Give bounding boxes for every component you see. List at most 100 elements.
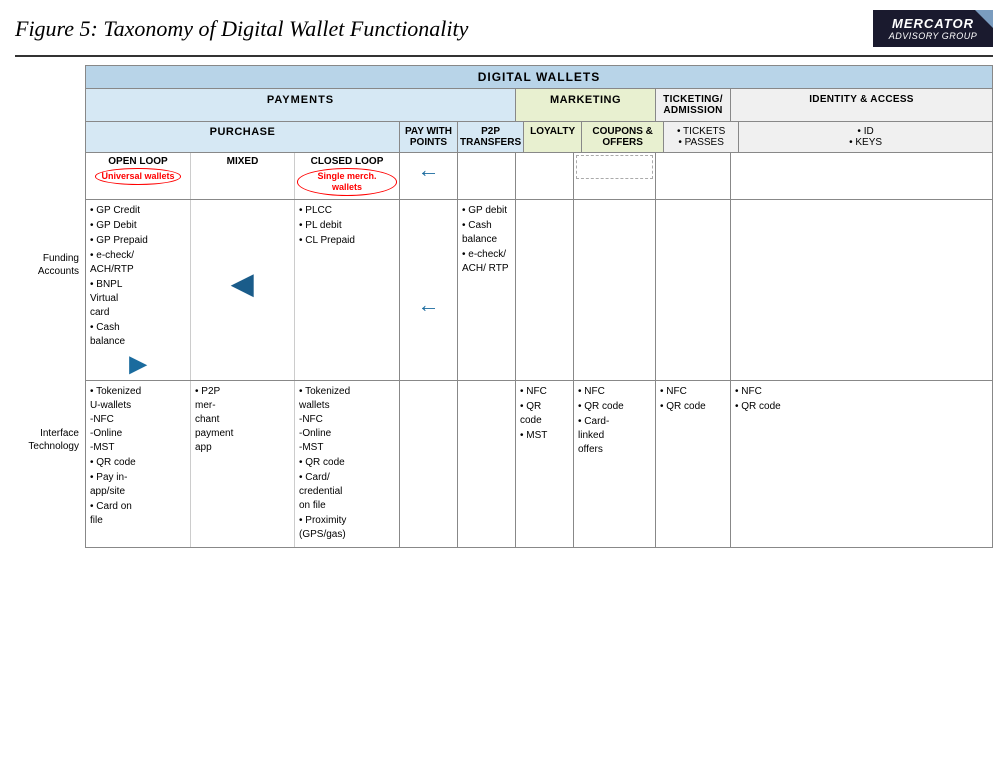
lh-openloop: OPEN LOOP Universal wallets bbox=[86, 153, 191, 199]
li-qr-loyalty: QRcode bbox=[520, 400, 569, 428]
li-qr-id: QR code bbox=[735, 400, 988, 414]
loop-closed-label: CLOSED LOOP bbox=[297, 156, 397, 167]
col-payments: PAYMENTS bbox=[86, 89, 516, 121]
funding-loyalty bbox=[516, 200, 574, 380]
li-card-on-file: Card onfile bbox=[90, 500, 186, 528]
col-identity: IDENTITY & ACCESS bbox=[731, 89, 992, 121]
li-cash: Cashbalance bbox=[90, 321, 186, 349]
row-labels: Funding Accounts Interface Technology bbox=[15, 65, 85, 548]
interface-mixed-list: P2Pmer-chantpaymentapp bbox=[195, 385, 290, 455]
oval-closed: Single merch. wallets bbox=[297, 168, 397, 196]
interface-loyalty-list: NFC QRcode MST bbox=[520, 385, 569, 443]
li-gp-debit: GP Debit bbox=[90, 219, 186, 233]
funding-openloop-list: GP Credit GP Debit GP Prepaid e-check/AC… bbox=[90, 204, 186, 349]
li-nfc-tickets: NFC bbox=[660, 385, 726, 399]
funding-closedloop: PLCC PL debit CL Prepaid bbox=[295, 200, 400, 380]
li-qr-coupons: QR code bbox=[578, 400, 651, 414]
coupons-dashed-box bbox=[576, 155, 653, 179]
funding-pwp: ← bbox=[400, 200, 458, 380]
sh-paywithpoints: PAY WITH POINTS bbox=[400, 122, 458, 152]
lh-id-cell bbox=[731, 153, 992, 199]
sub-header-row: PURCHASE PAY WITH POINTS P2P TRANSFERS L… bbox=[86, 122, 992, 153]
col-group-row: PAYMENTS MARKETING TICKETING/ ADMISSION … bbox=[86, 89, 992, 122]
pwp-arrow-left: ← bbox=[418, 159, 440, 181]
funding-coupons bbox=[574, 200, 656, 380]
li-gp-debit-p2p: GP debit bbox=[462, 204, 511, 218]
li-gp-prepaid: GP Prepaid bbox=[90, 234, 186, 248]
sh-id: • ID • KEYS bbox=[739, 122, 992, 152]
interface-mixed: P2Pmer-chantpaymentapp bbox=[191, 381, 295, 547]
li-echeck: e-check/ACH/RTP bbox=[90, 249, 186, 277]
interface-id-list: NFC QR code bbox=[735, 385, 988, 414]
lh-pwp-cell: ← bbox=[400, 153, 458, 199]
pwp-funding-arrow: ← bbox=[418, 294, 440, 316]
lh-tickets-cell bbox=[656, 153, 731, 199]
logo-line1: MERCATOR bbox=[883, 16, 983, 31]
funding-openloop: GP Credit GP Debit GP Prepaid e-check/AC… bbox=[86, 200, 191, 380]
funding-p2p-list: GP debit Cashbalance e-check/ACH/ RTP bbox=[462, 204, 511, 276]
li-gp-credit: GP Credit bbox=[90, 204, 186, 218]
logo-line2: ADVISORY GROUP bbox=[883, 31, 983, 41]
sh-tickets: • TICKETS • PASSES bbox=[664, 122, 739, 152]
li-token-wallets: Tokenizedwallets-NFC-Online-MST bbox=[299, 385, 395, 455]
interface-tickets: NFC QR code bbox=[656, 381, 731, 547]
page-title: Figure 5: Taxonomy of Digital Wallet Fun… bbox=[15, 10, 993, 47]
title-text: Figure 5: Taxonomy of Digital Wallet Fun… bbox=[15, 16, 468, 42]
funding-arrow-left: ◀ bbox=[232, 268, 254, 299]
sh-purchase: PURCHASE bbox=[86, 122, 400, 152]
interface-coupons: NFC QR code Card-linkedoffers bbox=[574, 381, 656, 547]
loop-mixed-label: MIXED bbox=[193, 156, 292, 167]
sh-p2p: P2P TRANSFERS bbox=[458, 122, 524, 152]
li-qr-tickets: QR code bbox=[660, 400, 726, 414]
loop-header-row: OPEN LOOP Universal wallets MIXED CLOSED… bbox=[86, 153, 992, 200]
col-ticketing: TICKETING/ ADMISSION bbox=[656, 89, 731, 121]
funding-tickets bbox=[656, 200, 731, 380]
li-nfc-id: NFC bbox=[735, 385, 988, 399]
funding-id bbox=[731, 200, 992, 380]
interface-label-text: Interface Technology bbox=[15, 427, 79, 453]
title-divider bbox=[15, 55, 993, 57]
lh-p2p-cell bbox=[458, 153, 516, 199]
sh-coupons: COUPONS & OFFERS bbox=[582, 122, 664, 152]
li-qr-code: QR code bbox=[90, 456, 186, 470]
li-p2p-merchant: P2Pmer-chantpaymentapp bbox=[195, 385, 290, 455]
li-nfc-coupons: NFC bbox=[578, 385, 651, 399]
li-card-linked: Card-linkedoffers bbox=[578, 415, 651, 457]
li-proximity: Proximity(GPS/gas) bbox=[299, 514, 395, 542]
interface-loyalty: NFC QRcode MST bbox=[516, 381, 574, 547]
li-echeck-p2p: e-check/ACH/ RTP bbox=[462, 248, 511, 276]
oval-open: Universal wallets bbox=[95, 168, 180, 185]
lh-loyalty-cell bbox=[516, 153, 574, 199]
interface-pwp bbox=[400, 381, 458, 547]
li-cl-prepaid: CL Prepaid bbox=[299, 234, 395, 248]
funding-p2p: GP debit Cashbalance e-check/ACH/ RTP bbox=[458, 200, 516, 380]
interface-openloop-list: TokenizedU-wallets-NFC-Online-MST QR cod… bbox=[90, 385, 186, 528]
li-qr-code-cl: QR code bbox=[299, 456, 395, 470]
lh-mixed: MIXED bbox=[191, 153, 295, 199]
lh-coupons-cell bbox=[574, 153, 656, 199]
main-content: Funding Accounts Interface Technology DI… bbox=[15, 65, 993, 548]
interface-openloop: TokenizedU-wallets-NFC-Online-MST QR cod… bbox=[86, 381, 191, 547]
main-table: DIGITAL WALLETS PAYMENTS MARKETING TICKE… bbox=[85, 65, 993, 548]
sh-id-text: • ID • KEYS bbox=[741, 126, 990, 148]
interface-closedloop-list: Tokenizedwallets-NFC-Online-MST QR code … bbox=[299, 385, 395, 542]
interface-tickets-list: NFC QR code bbox=[660, 385, 726, 414]
interface-p2p bbox=[458, 381, 516, 547]
li-nfc-loyalty: NFC bbox=[520, 385, 569, 399]
loop-open-label: OPEN LOOP bbox=[88, 156, 188, 167]
funding-closedloop-list: PLCC PL debit CL Prepaid bbox=[299, 204, 395, 248]
col-marketing: MARKETING bbox=[516, 89, 656, 121]
li-cash-balance-p2p: Cashbalance bbox=[462, 219, 511, 247]
funding-row: GP Credit GP Debit GP Prepaid e-check/AC… bbox=[86, 200, 992, 381]
funding-label: Funding Accounts bbox=[15, 177, 85, 352]
li-pl-debit: PL debit bbox=[299, 219, 395, 233]
logo: MERCATOR ADVISORY GROUP bbox=[873, 10, 993, 47]
interface-closedloop: Tokenizedwallets-NFC-Online-MST QR code … bbox=[295, 381, 400, 547]
li-plcc: PLCC bbox=[299, 204, 395, 218]
interface-row: TokenizedU-wallets-NFC-Online-MST QR cod… bbox=[86, 381, 992, 547]
interface-id: NFC QR code bbox=[731, 381, 992, 547]
lh-closedloop: CLOSED LOOP Single merch. wallets bbox=[295, 153, 400, 199]
funding-arrow-right: ▶ bbox=[130, 353, 147, 375]
sh-loyalty: LOYALTY bbox=[524, 122, 582, 152]
interface-label: Interface Technology bbox=[15, 352, 85, 527]
